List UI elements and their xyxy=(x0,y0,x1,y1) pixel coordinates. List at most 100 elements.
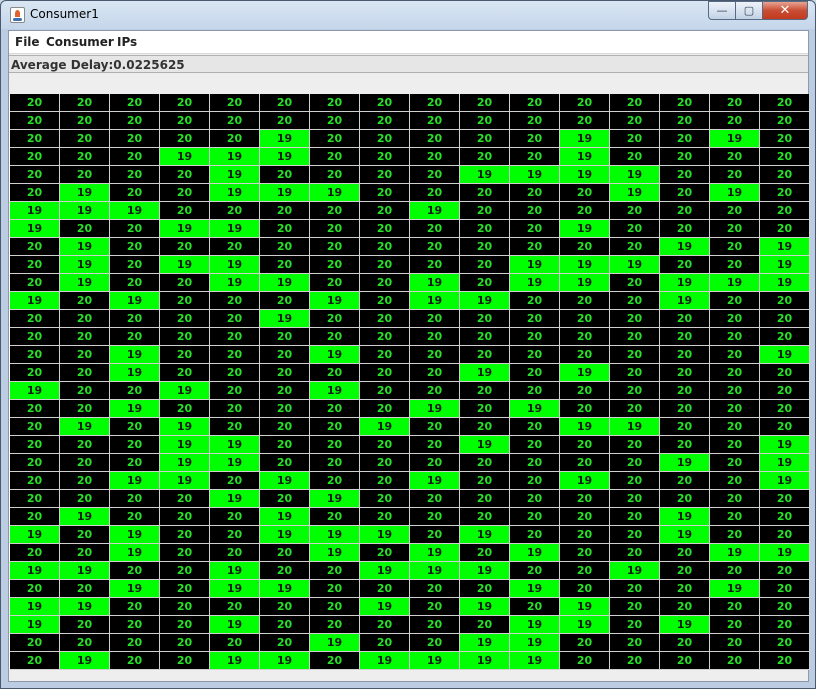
grid-cell[interactable]: 19 xyxy=(510,652,560,670)
grid-cell[interactable]: 19 xyxy=(560,130,610,148)
grid-cell[interactable]: 20 xyxy=(660,184,710,202)
grid-cell[interactable]: 20 xyxy=(460,472,510,490)
grid-cell[interactable]: 20 xyxy=(60,382,110,400)
grid-cell[interactable]: 20 xyxy=(660,580,710,598)
grid-cell[interactable]: 20 xyxy=(260,436,310,454)
grid-cell[interactable]: 20 xyxy=(360,148,410,166)
grid-cell[interactable]: 20 xyxy=(260,544,310,562)
grid-cell[interactable]: 20 xyxy=(160,580,210,598)
grid-cell[interactable]: 20 xyxy=(310,94,360,112)
grid-cell[interactable]: 20 xyxy=(410,454,460,472)
grid-cell[interactable]: 20 xyxy=(710,400,760,418)
grid-cell[interactable]: 20 xyxy=(710,436,760,454)
grid-cell[interactable]: 20 xyxy=(610,436,660,454)
menu-consumer[interactable]: Consumer xyxy=(46,35,114,49)
grid-cell[interactable]: 20 xyxy=(660,94,710,112)
grid-cell[interactable]: 20 xyxy=(60,346,110,364)
grid-cell[interactable]: 20 xyxy=(160,598,210,616)
grid-cell[interactable]: 20 xyxy=(210,472,260,490)
grid-cell[interactable]: 20 xyxy=(260,616,310,634)
grid-cell[interactable]: 20 xyxy=(760,652,810,670)
grid-cell[interactable]: 20 xyxy=(710,220,760,238)
grid-cell[interactable]: 19 xyxy=(410,292,460,310)
grid-cell[interactable]: 20 xyxy=(310,112,360,130)
grid-cell[interactable]: 20 xyxy=(210,310,260,328)
grid-cell[interactable]: 20 xyxy=(460,184,510,202)
grid-cell[interactable]: 20 xyxy=(760,130,810,148)
grid-cell[interactable]: 19 xyxy=(510,580,560,598)
grid-cell[interactable]: 20 xyxy=(60,220,110,238)
grid-cell[interactable]: 19 xyxy=(460,598,510,616)
grid-cell[interactable]: 20 xyxy=(310,472,360,490)
grid-cell[interactable]: 20 xyxy=(710,202,760,220)
grid-cell[interactable]: 19 xyxy=(210,490,260,508)
grid-cell[interactable]: 20 xyxy=(710,616,760,634)
grid-cell[interactable]: 19 xyxy=(10,220,60,238)
close-button[interactable]: ✕ xyxy=(762,1,808,20)
grid-cell[interactable]: 20 xyxy=(660,364,710,382)
grid-cell[interactable]: 20 xyxy=(10,130,60,148)
grid-cell[interactable]: 19 xyxy=(10,598,60,616)
grid-cell[interactable]: 20 xyxy=(10,238,60,256)
grid-cell[interactable]: 20 xyxy=(360,382,410,400)
grid-cell[interactable]: 19 xyxy=(210,220,260,238)
grid-cell[interactable]: 19 xyxy=(310,490,360,508)
grid-cell[interactable]: 20 xyxy=(160,400,210,418)
grid-cell[interactable]: 19 xyxy=(110,526,160,544)
grid-cell[interactable]: 20 xyxy=(360,202,410,220)
grid-cell[interactable]: 19 xyxy=(10,562,60,580)
grid-cell[interactable]: 19 xyxy=(410,400,460,418)
grid-cell[interactable]: 20 xyxy=(360,454,410,472)
grid-cell[interactable]: 19 xyxy=(160,436,210,454)
grid-cell[interactable]: 20 xyxy=(160,112,210,130)
grid-cell[interactable]: 20 xyxy=(210,328,260,346)
grid-cell[interactable]: 20 xyxy=(760,94,810,112)
grid-cell[interactable]: 20 xyxy=(610,634,660,652)
grid-cell[interactable]: 20 xyxy=(160,346,210,364)
grid-cell[interactable]: 20 xyxy=(10,94,60,112)
grid-cell[interactable]: 19 xyxy=(10,616,60,634)
grid-cell[interactable]: 20 xyxy=(510,328,560,346)
grid-cell[interactable]: 20 xyxy=(610,292,660,310)
grid-cell[interactable]: 20 xyxy=(710,490,760,508)
grid-cell[interactable]: 19 xyxy=(710,184,760,202)
grid-cell[interactable]: 19 xyxy=(160,256,210,274)
grid-cell[interactable]: 19 xyxy=(460,166,510,184)
grid-cell[interactable]: 20 xyxy=(260,400,310,418)
grid-cell[interactable]: 20 xyxy=(610,526,660,544)
grid-cell[interactable]: 19 xyxy=(210,580,260,598)
grid-cell[interactable]: 20 xyxy=(710,598,760,616)
grid-cell[interactable]: 19 xyxy=(510,544,560,562)
grid-cell[interactable]: 19 xyxy=(310,634,360,652)
grid-cell[interactable]: 20 xyxy=(110,508,160,526)
grid-cell[interactable]: 20 xyxy=(210,526,260,544)
grid-cell[interactable]: 20 xyxy=(260,328,310,346)
grid-cell[interactable]: 19 xyxy=(60,238,110,256)
grid-cell[interactable]: 20 xyxy=(410,346,460,364)
grid-cell[interactable]: 20 xyxy=(10,148,60,166)
grid-cell[interactable]: 20 xyxy=(410,526,460,544)
grid-cell[interactable]: 19 xyxy=(560,274,610,292)
grid-cell[interactable]: 19 xyxy=(60,184,110,202)
grid-cell[interactable]: 20 xyxy=(160,328,210,346)
grid-cell[interactable]: 20 xyxy=(460,148,510,166)
grid-cell[interactable]: 20 xyxy=(260,346,310,364)
grid-cell[interactable]: 20 xyxy=(660,562,710,580)
grid-cell[interactable]: 20 xyxy=(60,292,110,310)
grid-cell[interactable]: 20 xyxy=(510,472,560,490)
grid-cell[interactable]: 20 xyxy=(110,454,160,472)
grid-cell[interactable]: 19 xyxy=(260,652,310,670)
grid-cell[interactable]: 20 xyxy=(510,562,560,580)
grid-cell[interactable]: 20 xyxy=(460,202,510,220)
grid-cell[interactable]: 19 xyxy=(60,652,110,670)
grid-cell[interactable]: 20 xyxy=(410,238,460,256)
grid-cell[interactable]: 20 xyxy=(710,526,760,544)
grid-cell[interactable]: 20 xyxy=(110,418,160,436)
grid-cell[interactable]: 20 xyxy=(460,580,510,598)
grid-cell[interactable]: 19 xyxy=(110,472,160,490)
grid-cell[interactable]: 20 xyxy=(360,472,410,490)
grid-cell[interactable]: 20 xyxy=(160,184,210,202)
grid-cell[interactable]: 19 xyxy=(210,616,260,634)
grid-cell[interactable]: 19 xyxy=(710,274,760,292)
grid-cell[interactable]: 20 xyxy=(10,112,60,130)
